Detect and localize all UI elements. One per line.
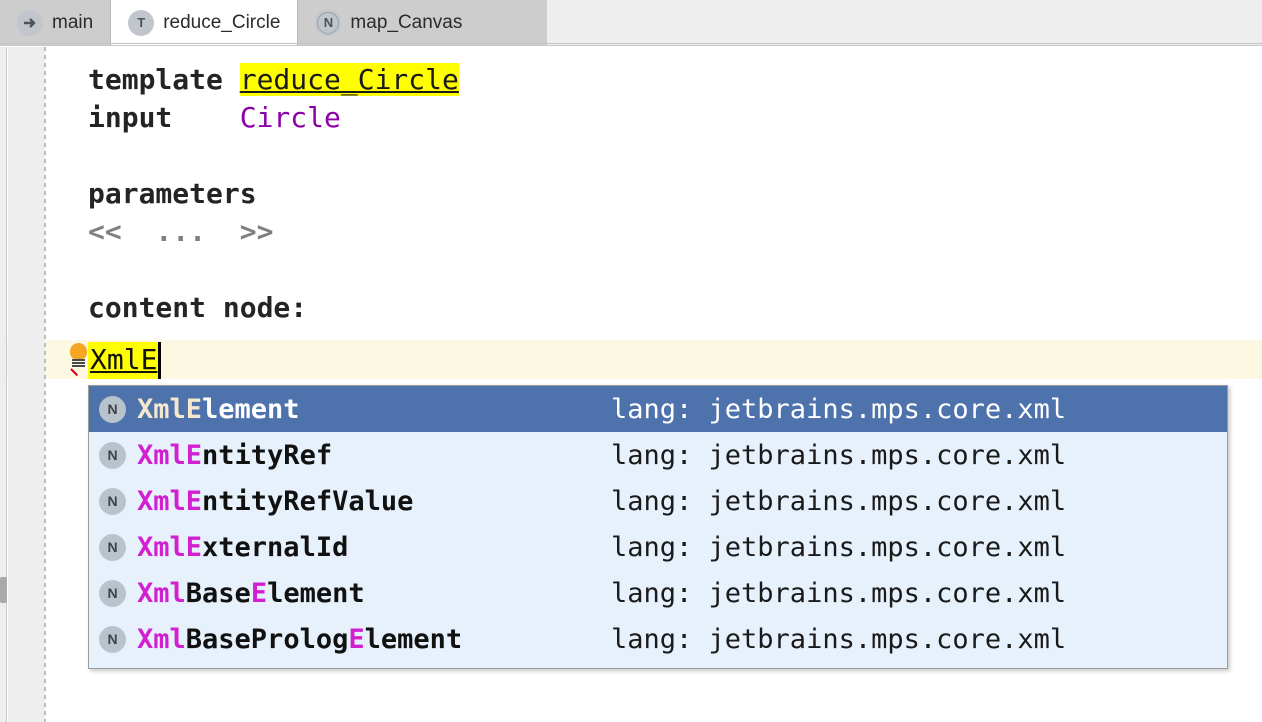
name-fragment: lement	[202, 393, 300, 425]
completion-item[interactable]: N XmlBasePrologElement lang: jetbrains.mps…	[89, 616, 1227, 662]
keyword-content-node: content node:	[88, 291, 308, 324]
arrow-right-circle-icon	[17, 9, 43, 36]
node-icon: N	[315, 9, 342, 36]
tab-label: reduce_Circle	[163, 11, 281, 33]
completion-item[interactable]: N XmlBaseElement lang: jetbrains.mps.core.…	[89, 570, 1227, 616]
input-concept-name[interactable]: Circle	[240, 101, 341, 134]
completion-item[interactable]: N XmlElement lang: jetbrains.mps.core.xml	[89, 386, 1227, 432]
completion-item-name: XmlEntityRef	[137, 440, 611, 471]
name-fragment: lement	[267, 577, 365, 609]
tab-map_canvas[interactable]: Nmap_Canvas	[297, 0, 480, 45]
content-node-input[interactable]: XmlE	[88, 341, 162, 379]
tab-label: map_Canvas	[350, 11, 463, 33]
vertical-scrollbar[interactable]	[0, 47, 7, 722]
node-icon: N	[99, 441, 126, 469]
completion-item-language: lang: jetbrains.mps.core.xml	[611, 577, 1067, 609]
completion-item-name: XmlEntityRefValue	[137, 486, 611, 517]
keyword-template: template	[88, 63, 240, 96]
name-fragment: ntityRef	[202, 439, 333, 471]
tab-main[interactable]: main	[0, 0, 111, 45]
match-fragment: XmlE	[137, 439, 203, 471]
name-fragment: xternalId	[202, 531, 349, 563]
editor-tab-bar: main Treduce_Circle Nmap_Canvas	[0, 0, 1262, 45]
current-line-highlight	[0, 340, 1262, 379]
lightbulb-base-2	[72, 362, 85, 364]
completion-item-language: lang: jetbrains.mps.core.xml	[611, 531, 1067, 563]
completion-item[interactable]: N XmlExternalId lang: jetbrains.mps.core.x…	[89, 524, 1227, 570]
code-editor[interactable]: template reduce_Circle input Circle para…	[0, 47, 1262, 722]
completion-item-language: lang: jetbrains.mps.core.xml	[611, 439, 1067, 471]
match-fragment: E	[250, 577, 268, 609]
completion-item-name: XmlBaseElement	[137, 578, 611, 609]
completion-item-language: lang: jetbrains.mps.core.xml	[611, 485, 1067, 517]
name-fragment: BaseProlog	[185, 623, 349, 655]
completion-item[interactable]: N XmlEntityRef lang: jetbrains.mps.core.xm…	[89, 432, 1227, 478]
vertical-scrollbar-thumb[interactable]	[0, 577, 7, 603]
node-icon: N	[99, 533, 126, 561]
match-fragment: XmlE	[137, 393, 203, 425]
template-name-highlighted[interactable]: reduce_Circle	[239, 63, 459, 96]
tab-bar-divider	[0, 43, 1262, 44]
content-node-input-row[interactable]: XmlE	[88, 341, 162, 379]
completion-item-language: lang: jetbrains.mps.core.xml	[611, 623, 1067, 655]
lightbulb-icon[interactable]	[68, 343, 90, 377]
keyword-parameters: parameters	[88, 177, 257, 210]
tab-label: main	[52, 11, 94, 33]
name-fragment: lement	[364, 623, 463, 655]
name-fragment: ntityRefValue	[202, 485, 414, 517]
completion-item-name: XmlBasePrologElement	[137, 624, 611, 655]
completion-item-language: lang: jetbrains.mps.core.xml	[611, 393, 1067, 425]
parameters-collapsed-placeholder[interactable]: << ... >>	[88, 215, 273, 248]
completion-popup-padding	[89, 662, 1227, 668]
lightbulb-base-1	[72, 359, 85, 361]
tab-reduce_circle[interactable]: Treduce_Circle	[110, 0, 298, 45]
template-node-icon: T	[128, 9, 155, 36]
completion-item-name: XmlElement	[137, 394, 611, 425]
keyword-input: input	[88, 101, 240, 134]
gutter-dotted-guide	[44, 47, 46, 722]
lightbulb-glass	[70, 343, 87, 360]
match-fragment: E	[348, 623, 365, 655]
lightbulb-base-3	[72, 365, 85, 367]
completion-item[interactable]: N XmlEntityRefValue lang: jetbrains.mps.co…	[89, 478, 1227, 524]
node-icon: N	[99, 487, 126, 515]
match-fragment: XmlE	[137, 531, 203, 563]
node-icon: N	[99, 579, 126, 607]
code-completion-popup[interactable]: N XmlElement lang: jetbrains.mps.core.xml N…	[88, 385, 1228, 669]
tab-bar-divider-2	[0, 45, 1262, 46]
node-icon: N	[99, 625, 126, 653]
editor-code-text: template reduce_Circle input Circle para…	[88, 61, 459, 327]
completion-item-name: XmlExternalId	[137, 532, 611, 563]
node-icon: N	[99, 395, 126, 423]
match-fragment: XmlE	[137, 485, 203, 517]
tab-strip: main Treduce_Circle Nmap_Canvas	[0, 0, 547, 45]
match-fragment: Xml	[137, 623, 186, 655]
editor-gutter	[8, 47, 45, 722]
match-fragment: Xml	[137, 577, 186, 609]
name-fragment: Base	[185, 577, 251, 609]
